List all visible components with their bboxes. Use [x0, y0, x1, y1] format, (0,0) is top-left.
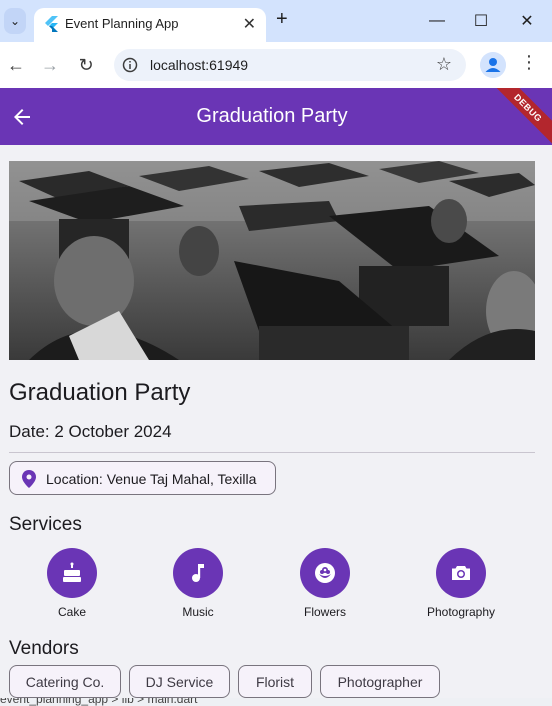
event-date: Date: 2 October 2024 — [9, 422, 172, 441]
vendor-chip[interactable]: DJ Service — [129, 665, 230, 698]
maximize-icon[interactable]: ☐ — [464, 6, 498, 36]
vendor-chip[interactable]: Photographer — [320, 665, 440, 698]
profile-avatar-icon[interactable] — [480, 52, 506, 78]
service-cake[interactable]: Cake — [22, 548, 122, 619]
back-icon[interactable]: ← — [4, 53, 28, 77]
service-photography-avatar[interactable] — [436, 548, 486, 598]
browser-toolbar: ← → ↻ localhost:61949 ☆ ⋮ — [0, 42, 552, 88]
event-hero-image — [9, 161, 535, 360]
address-bar[interactable]: localhost:61949 ☆ — [114, 49, 466, 81]
forward-icon[interactable]: → — [38, 53, 62, 77]
reload-icon[interactable]: ↻ — [74, 53, 98, 77]
location-label: Location: Venue Taj Mahal, Texilla — [46, 471, 257, 487]
new-tab-icon[interactable]: + — [276, 8, 288, 31]
location-chip[interactable]: Location: Venue Taj Mahal, Texilla — [9, 461, 276, 495]
bookmark-star-icon[interactable]: ☆ — [436, 54, 452, 75]
service-label: Flowers — [303, 605, 346, 619]
cake-icon — [63, 562, 81, 582]
service-flowers[interactable]: Flowers — [275, 548, 375, 619]
services-heading: Services — [9, 514, 82, 535]
url-text: localhost:61949 — [150, 57, 249, 73]
tab-title: Event Planning App — [65, 16, 179, 31]
service-flowers-avatar[interactable] — [300, 548, 350, 598]
vendor-chip[interactable]: Florist — [238, 665, 312, 698]
camera-icon — [452, 566, 470, 580]
app-viewport: Graduation Party DEBUG Graduation Party … — [0, 88, 552, 706]
taskbar-peek: event_planning_app > lib > main.dart — [0, 698, 552, 706]
music-note-icon — [192, 564, 204, 582]
location-pin-icon — [22, 470, 36, 488]
browser-tab-strip: ⌄ Event Planning App ✕ + — ☐ ✕ — [0, 0, 552, 42]
close-tab-icon[interactable]: ✕ — [243, 14, 256, 34]
site-info-icon[interactable] — [122, 57, 138, 73]
browser-menu-icon[interactable]: ⋮ — [520, 52, 538, 78]
divider — [9, 452, 535, 453]
event-title: Graduation Party — [9, 379, 191, 406]
service-photography[interactable]: Photography — [411, 548, 511, 619]
service-label: Photography — [426, 605, 496, 619]
service-music-avatar[interactable] — [173, 548, 223, 598]
close-window-icon[interactable]: ✕ — [510, 6, 544, 36]
app-bar: Graduation Party DEBUG — [0, 88, 552, 150]
service-music[interactable]: Music — [148, 548, 248, 619]
minimize-icon[interactable]: — — [420, 6, 454, 36]
service-label: Music — [182, 605, 214, 619]
service-cake-avatar[interactable] — [47, 548, 97, 598]
taskbar-peek-text: event_planning_app > lib > main.dart — [0, 698, 198, 706]
tab-search-button[interactable]: ⌄ — [4, 8, 26, 34]
flower-icon — [315, 563, 335, 583]
flutter-icon — [45, 16, 58, 32]
app-bar-title: Graduation Party — [196, 105, 348, 127]
vendor-chip[interactable]: Catering Co. — [9, 665, 121, 698]
browser-tab[interactable]: Event Planning App ✕ — [34, 8, 266, 42]
vendors-heading: Vendors — [9, 638, 79, 659]
service-label: Cake — [57, 605, 86, 619]
